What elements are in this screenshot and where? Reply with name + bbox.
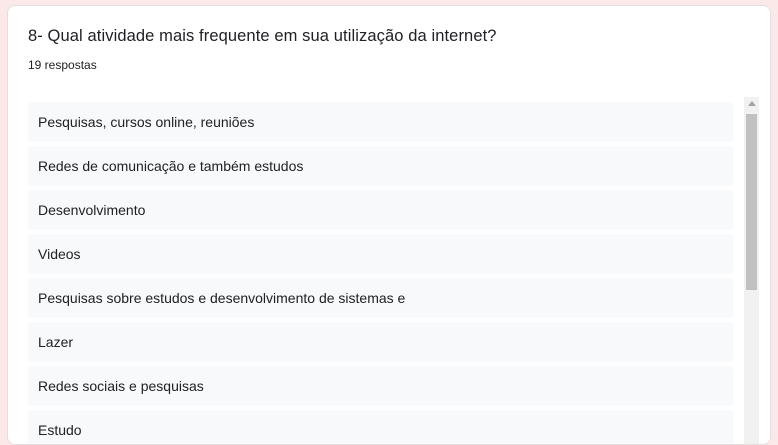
response-item: Lazer <box>28 322 733 362</box>
response-item: Pesquisas, cursos online, reuniões <box>28 102 733 142</box>
response-list-scrollbar[interactable] <box>744 97 759 444</box>
response-list: Pesquisas, cursos online, reuniões Redes… <box>28 102 733 444</box>
question-card: 8- Qual atividade mais frequente em sua … <box>7 5 771 445</box>
response-item: Redes de comunicação e também estudos <box>28 146 733 186</box>
scrollbar-thumb[interactable] <box>746 114 757 290</box>
response-item: Desenvolvimento <box>28 190 733 230</box>
response-item: Pesquisas sobre estudos e desenvolviment… <box>28 278 733 318</box>
response-item: Redes sociais e pesquisas <box>28 366 733 406</box>
chevron-up-icon[interactable] <box>748 101 756 106</box>
response-item: Estudo <box>28 410 733 444</box>
question-title: 8- Qual atividade mais frequente em sua … <box>28 27 497 45</box>
response-item: Videos <box>28 234 733 274</box>
response-count: 19 respostas <box>28 58 97 72</box>
